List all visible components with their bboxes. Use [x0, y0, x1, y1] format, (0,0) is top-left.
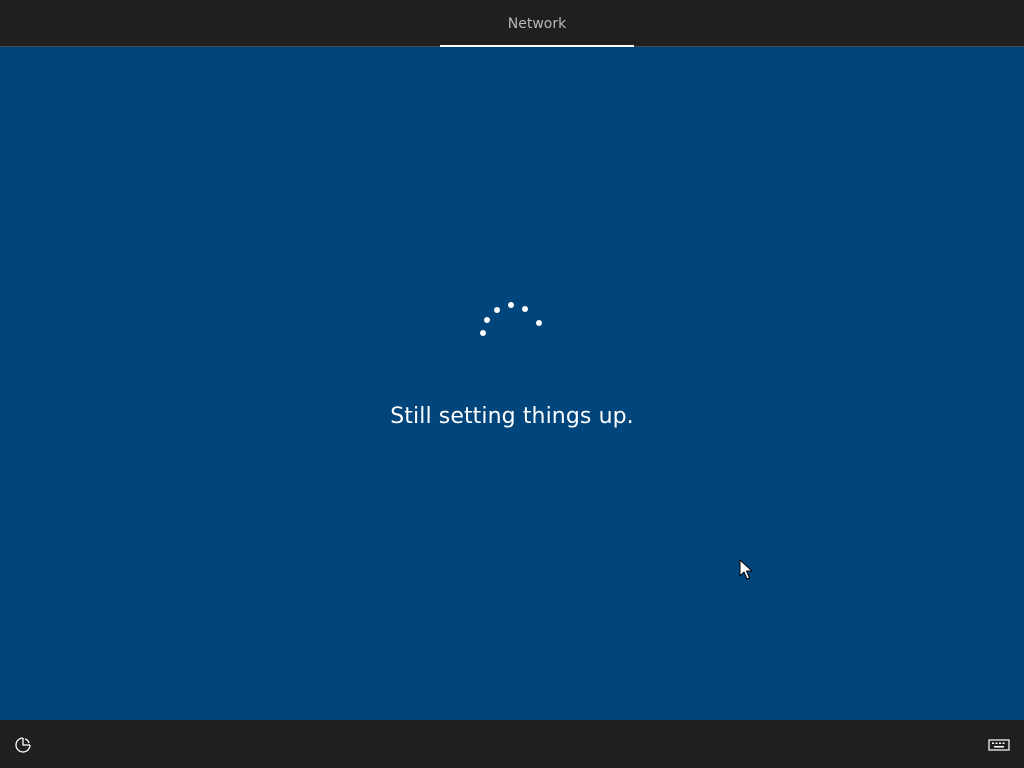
spinner-dot	[508, 302, 514, 308]
status-message: Still setting things up.	[390, 404, 634, 429]
spinner-dot	[484, 317, 490, 323]
loading-dots-icon	[476, 301, 548, 341]
tab-network[interactable]: Network	[440, 0, 634, 47]
tab-label: Network	[507, 16, 567, 32]
ease-of-access-icon[interactable]	[12, 734, 34, 756]
spinner-dot	[536, 320, 542, 326]
spinner-dot	[480, 330, 486, 336]
oobe-screen: Network Still setting things up.	[0, 0, 1024, 768]
main-content: Still setting things up.	[0, 47, 1024, 720]
spinner-dot	[494, 307, 500, 313]
spinner-dot	[522, 306, 528, 312]
top-bar: Network	[0, 0, 1024, 47]
mouse-pointer-icon	[739, 559, 753, 580]
keyboard-icon[interactable]	[988, 737, 1010, 753]
bottom-bar	[0, 720, 1024, 768]
